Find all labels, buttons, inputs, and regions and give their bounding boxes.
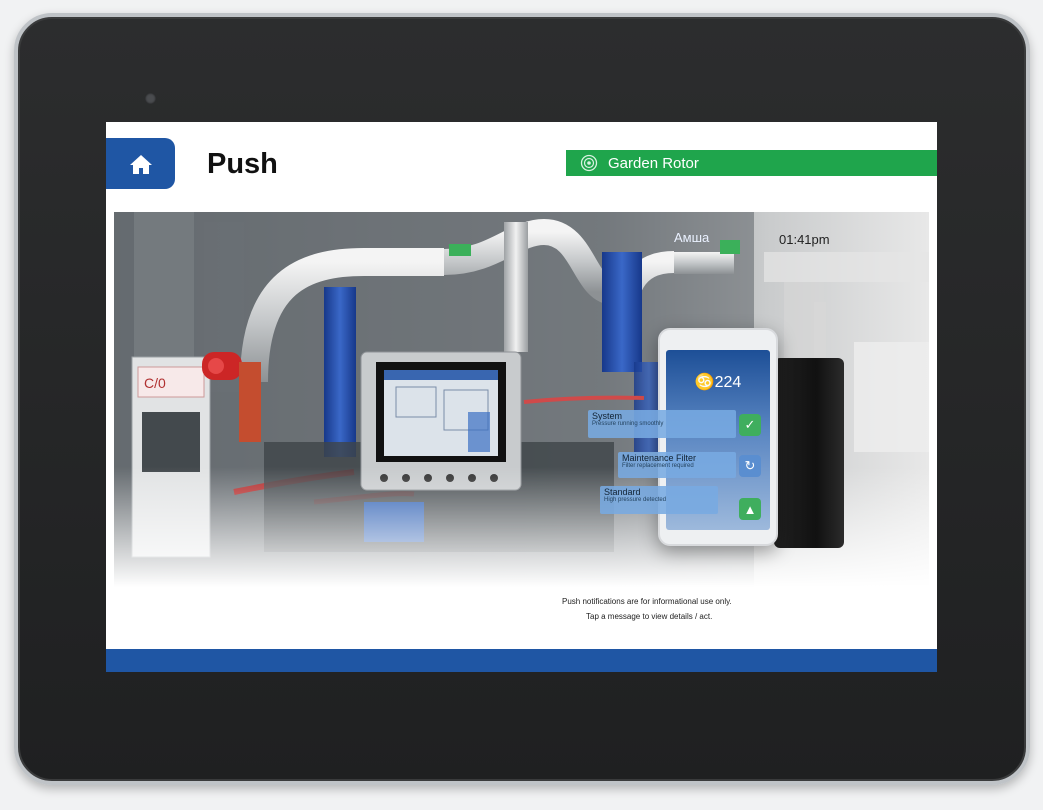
valve-label: Aмшa [674, 230, 710, 245]
check-icon[interactable]: ✓ [739, 414, 761, 436]
panel-tag: C/0 [144, 375, 166, 391]
notification-title: Maintenance Filter [622, 453, 697, 463]
notification-detail: High pressure detected [604, 497, 667, 503]
refresh-icon[interactable]: ↻ [739, 455, 761, 477]
bell-icon: ♋ [694, 374, 715, 391]
notification-count: 224 [714, 374, 742, 391]
info-note-line2: Tap a message to view details / act. [586, 612, 713, 621]
notification-detail: Pressure running smoothly [592, 421, 664, 427]
home-button[interactable] [106, 138, 175, 189]
page-title: Push [207, 148, 278, 180]
garden-rotor-icon [580, 154, 598, 172]
notification-title: Standard [604, 487, 641, 497]
home-icon [129, 154, 152, 174]
status-time: 01:41pm [779, 232, 830, 247]
notification-maintenance[interactable]: Maintenance Filter Filter replacement re… [618, 452, 736, 478]
garden-rotor-bar[interactable]: Garden Rotor [566, 150, 937, 176]
notification-title: System [592, 411, 623, 421]
up-arrow-icon[interactable]: ▲ [739, 498, 761, 520]
front-camera [145, 93, 156, 104]
notification-detail: Filter replacement required [622, 463, 694, 469]
notification-standard[interactable]: Standard High pressure detected [600, 486, 718, 514]
info-note-line1: Push notifications are for informational… [562, 597, 732, 606]
hmi-screen: Push Garden Rotor Aмшa C/0 01:41pm ♋224 … [106, 122, 937, 672]
phone-case [774, 358, 844, 548]
garden-rotor-label: Garden Rotor [608, 154, 699, 172]
notification-system[interactable]: System Pressure running smoothly [588, 410, 736, 438]
info-notes: Push notifications are for informational… [106, 594, 937, 624]
footer-bar [106, 649, 937, 672]
notification-counter: ♋224 [666, 372, 770, 392]
